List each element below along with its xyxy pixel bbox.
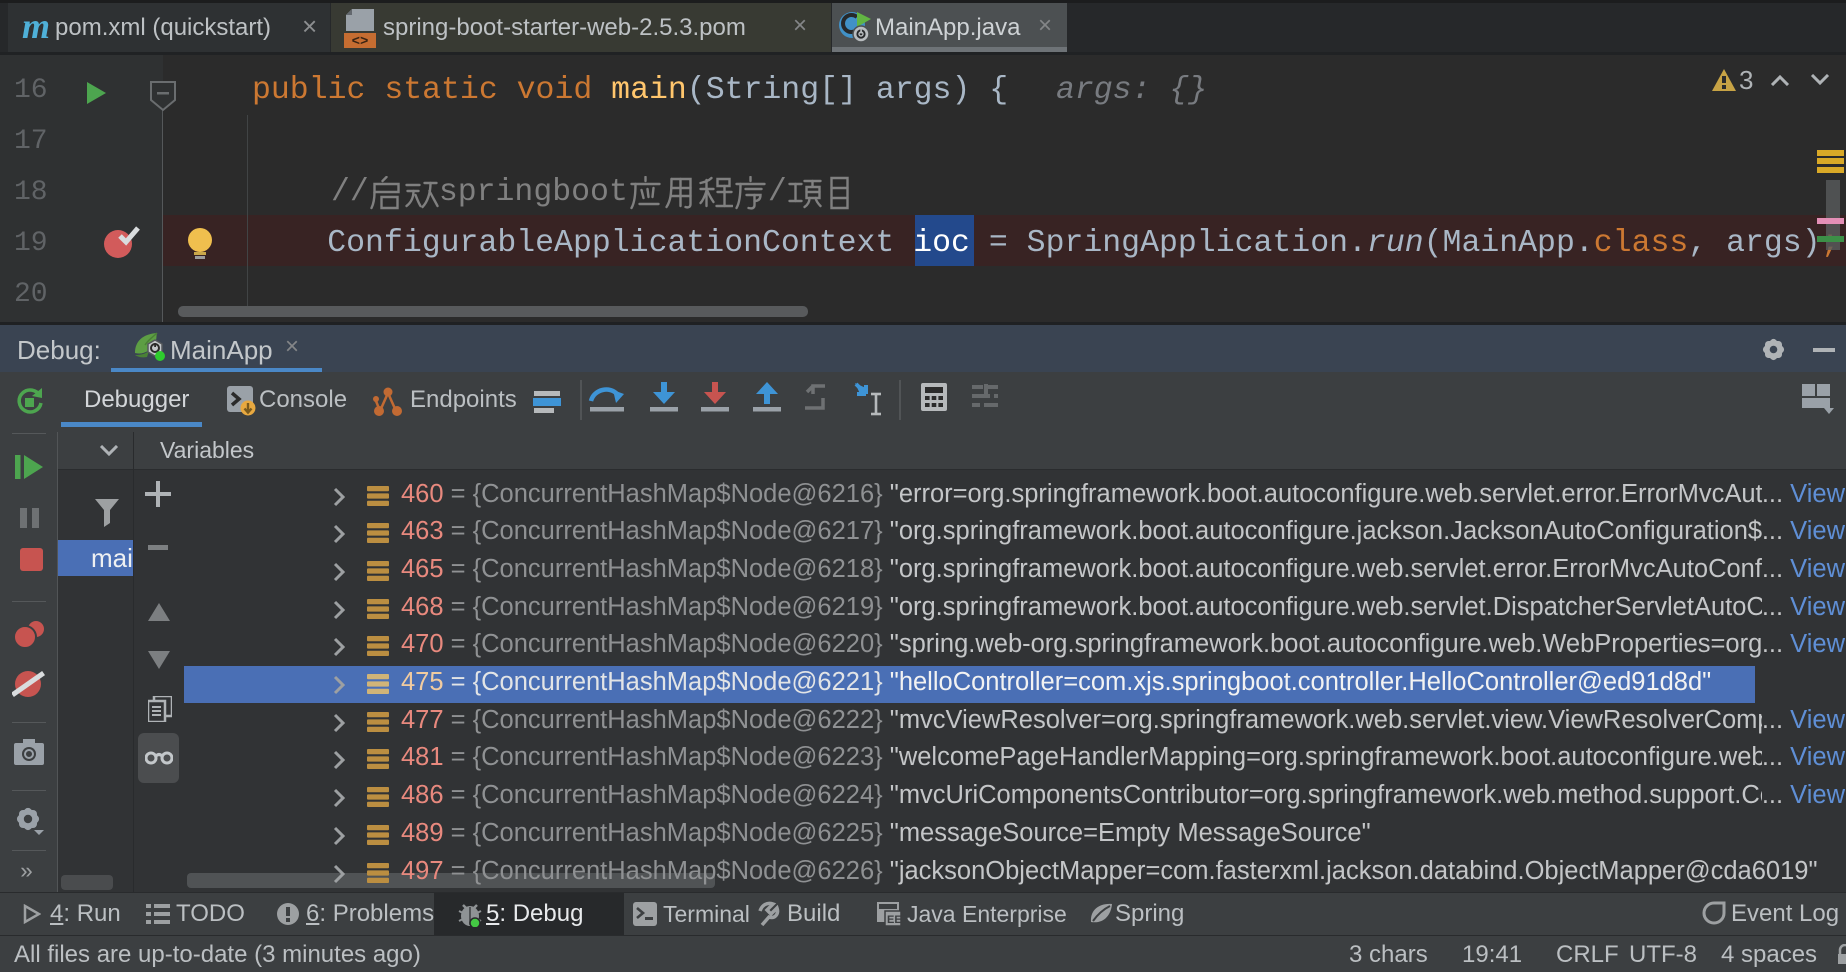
svg-text:EE: EE (887, 914, 902, 926)
svg-text:<>: <> (352, 34, 369, 49)
